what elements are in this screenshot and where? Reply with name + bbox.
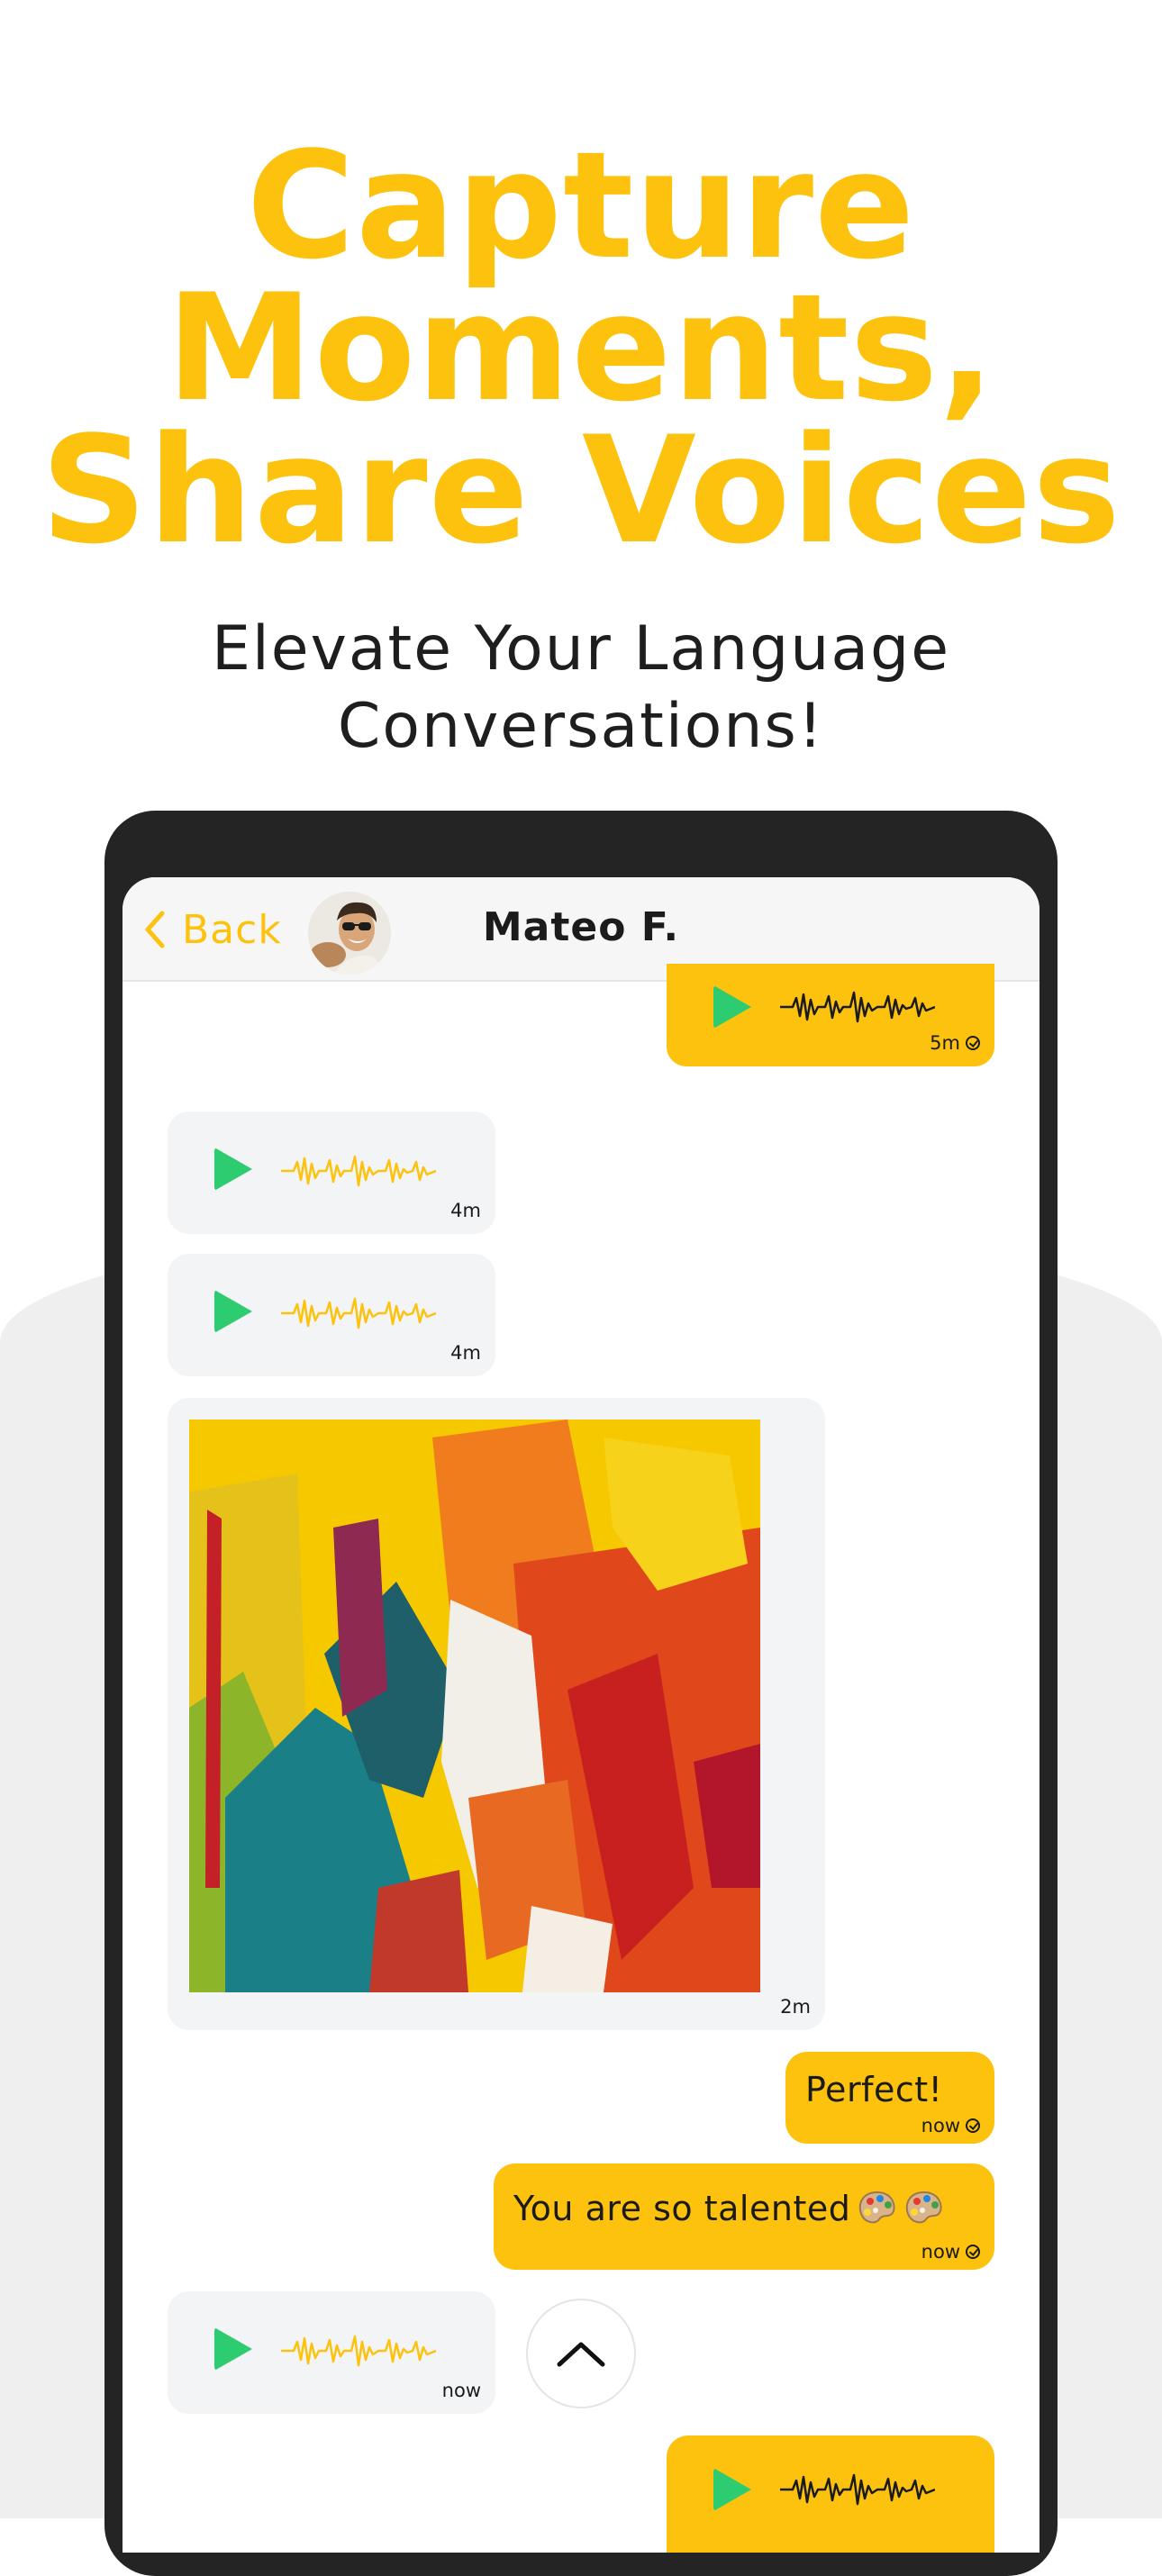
message-time: now [442,2380,481,2401]
message-text-row: You are so talented [513,2189,944,2228]
message-time-label: 4m [450,1342,481,1364]
message-time: now [921,2115,980,2136]
read-check-icon [966,1036,980,1050]
message-time: 4m [450,1200,481,1221]
read-check-icon [966,2118,980,2133]
chevron-up-icon [557,2342,605,2367]
waveform-icon [281,1297,436,1329]
play-icon[interactable] [214,1147,252,1191]
waveform-icon [281,1155,436,1187]
message-time: now [921,2241,980,2263]
message-text: You are so talented [513,2189,851,2228]
message-time: 2m [780,1996,811,2018]
palette-icon [906,2191,942,2224]
play-icon[interactable] [214,2327,252,2371]
subtitle-line-1: Elevate Your Language [211,613,951,685]
voice-message-incoming[interactable]: now [168,2291,495,2414]
painting-image[interactable] [189,1420,760,1992]
scroll-up-button[interactable] [526,2299,636,2408]
headline: Capture Moments, Share Voices [0,120,1162,576]
contact-name: Mateo F. [482,904,680,950]
text-message-outgoing[interactable]: Perfect! now [785,2052,994,2144]
headline-line-1: Capture [246,120,916,292]
chat-screen: Back Mateo F. 5m 4m 4m 2m Perfect! now Y… [123,877,1039,2553]
waveform-icon [780,991,935,1023]
message-time: 4m [450,1342,481,1364]
image-message-incoming[interactable]: 2m [168,1398,825,2030]
text-message-outgoing[interactable]: You are so talented now [494,2163,994,2270]
voice-message-outgoing[interactable] [667,2435,994,2553]
headline-line-2: Moments, [166,262,996,434]
message-text: Perfect! [805,2070,943,2109]
play-icon[interactable] [713,2468,751,2511]
play-icon[interactable] [713,985,751,1029]
read-check-icon [966,2245,980,2259]
message-time-label: 2m [780,1996,811,2018]
headline-line-3: Share Voices [41,404,1121,576]
message-time-label: now [921,2241,960,2263]
waveform-icon [780,2473,935,2506]
message-time-label: now [441,2380,481,2401]
waveform-icon [281,2335,436,2367]
subtitle: Elevate Your Language Conversations! [0,611,1162,766]
voice-message-incoming[interactable]: 4m [168,1254,495,1376]
message-time-label: 5m [930,1032,960,1054]
subtitle-line-2: Conversations! [337,691,825,762]
message-time: 5m [930,1032,980,1054]
message-time-label: 4m [450,1200,481,1221]
voice-message-outgoing[interactable]: 5m [667,964,994,1066]
message-time-label: now [921,2115,960,2136]
palette-icon [859,2191,895,2224]
voice-message-incoming[interactable]: 4m [168,1111,495,1234]
play-icon[interactable] [214,1290,252,1333]
